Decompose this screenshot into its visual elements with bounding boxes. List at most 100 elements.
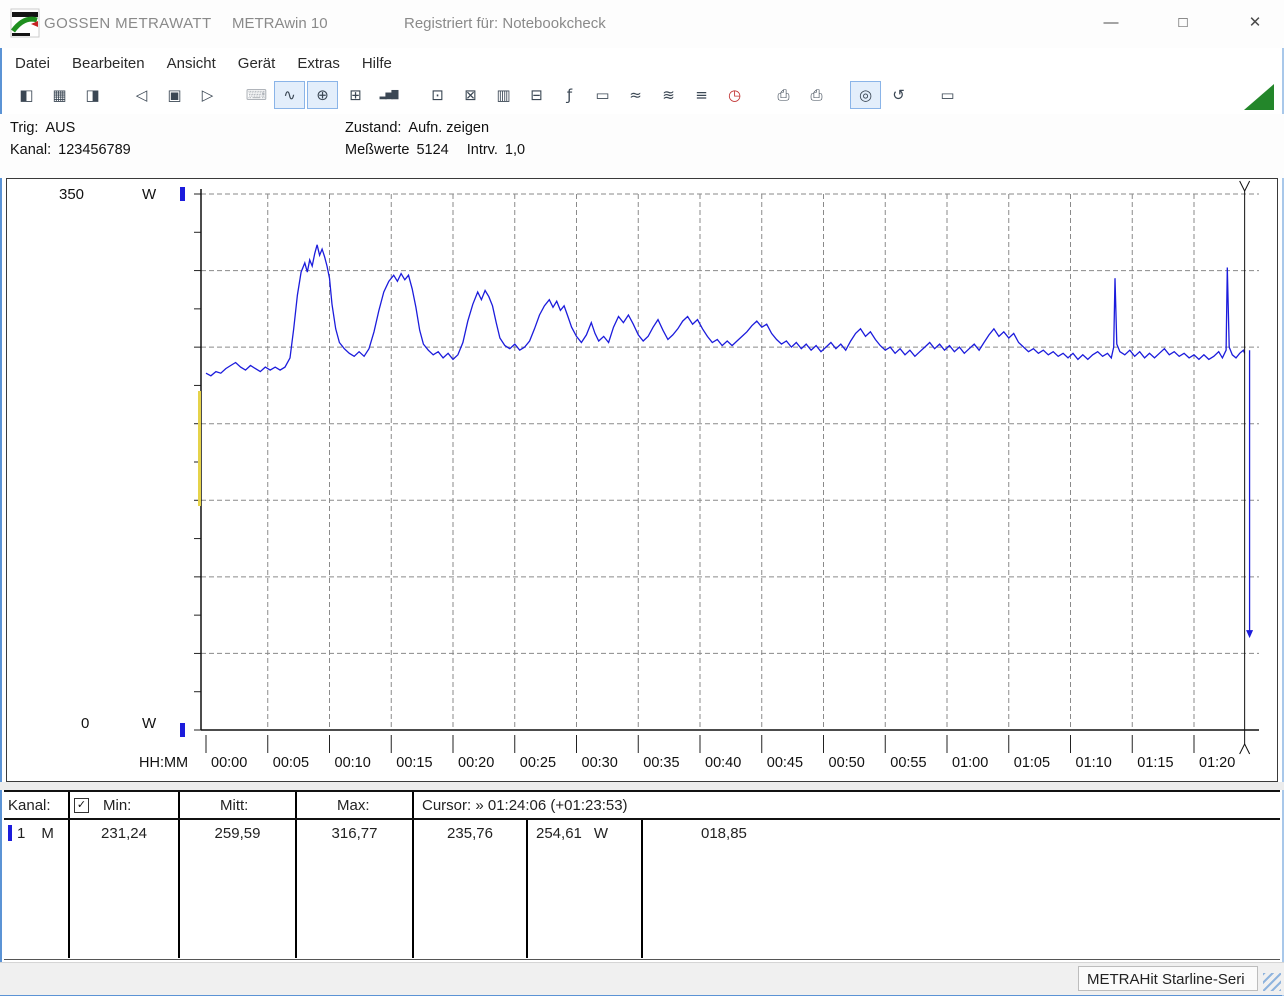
brand-title: GOSSEN METRAWATT xyxy=(44,15,212,32)
zustand-value: Aufn. zeigen xyxy=(408,120,490,136)
fx-icon: ƒ xyxy=(566,85,573,104)
alarm-clock-icon: ◷ xyxy=(727,85,742,104)
window-copy-button[interactable]: ▣ xyxy=(159,81,190,109)
mitt-value: 259,59 xyxy=(180,820,297,958)
toolbar: ◧ ▦ ◨ ◁ ▣ ▷ ⌨ ∿ ⊕ ⊞ ▂▅▇ ⊡ ⊠ ▥ ⊟ ƒ ▭ ≈ ≋ ≡ ◷ ⎙ ⎙ ◎ ↺ ▭ xyxy=(10,78,964,112)
toolbar-separator xyxy=(915,81,931,109)
window-forward-button[interactable]: ▷ xyxy=(192,81,223,109)
cursor-header: Cursor: » 01:24:06 (+01:23:53) xyxy=(422,796,628,814)
panel-spacer xyxy=(0,782,1284,790)
menu-hilfe[interactable]: Hilfe xyxy=(351,51,403,76)
x-tick-label: 01:15 xyxy=(1137,755,1173,771)
cursor-delta-value: 018,85 xyxy=(701,825,747,842)
resize-grip[interactable] xyxy=(1263,973,1281,991)
open-file-button[interactable]: ◨ xyxy=(77,81,108,109)
channel-range-marker-top xyxy=(180,187,185,201)
y-axis-unit-bottom: W xyxy=(142,715,157,732)
registration-text: Registriert für: Notebookcheck xyxy=(404,15,606,32)
x-tick-label: 00:10 xyxy=(335,755,371,771)
x-tick-label: 00:30 xyxy=(582,755,618,771)
value-list-icon: ≡ xyxy=(695,85,708,104)
disk-import-icon: ◧ xyxy=(19,85,34,104)
menu-bearbeiten[interactable]: Bearbeiten xyxy=(61,51,156,76)
menu-ansicht[interactable]: Ansicht xyxy=(156,51,227,76)
chart-cursor[interactable] xyxy=(1239,180,1251,755)
channel-range-marker-bottom xyxy=(180,723,185,737)
window-back-button[interactable]: ◁ xyxy=(126,81,157,109)
monitor-curve-button[interactable]: ⊟ xyxy=(521,81,552,109)
timer-button[interactable]: ◷ xyxy=(719,81,750,109)
channel-visibility-checkbox[interactable]: ✓ xyxy=(74,797,89,813)
window-icon: ▣ xyxy=(167,85,182,104)
toolbar-separator xyxy=(405,81,421,109)
max-header-cell: Max: xyxy=(297,792,414,818)
yt-chart-button[interactable]: ∿ xyxy=(274,81,305,109)
toolbar-separator xyxy=(109,81,125,109)
kanal-header: Kanal: xyxy=(4,792,70,818)
annotation-button[interactable]: ▭ xyxy=(932,81,963,109)
x-tick-label: 00:25 xyxy=(520,755,556,771)
display-icon: ▭ xyxy=(595,85,610,104)
dual-channel-button[interactable]: ≈ xyxy=(620,81,651,109)
x-tick-label: 00:00 xyxy=(211,755,247,771)
open-measurement-button[interactable]: ◧ xyxy=(11,81,42,109)
multi-wave-icon: ≋ xyxy=(662,85,675,104)
callout-icon: ▭ xyxy=(940,85,955,104)
maximize-button[interactable]: □ xyxy=(1166,10,1200,36)
x-tick-label: 00:40 xyxy=(705,755,741,771)
x-tick-label: 00:05 xyxy=(273,755,309,771)
formula-button[interactable]: ƒ xyxy=(554,81,585,109)
y-axis-min-label: 0 xyxy=(81,715,90,732)
menu-extras[interactable]: Extras xyxy=(286,51,351,76)
x-tick-label: 00:45 xyxy=(767,755,803,771)
x-tick-label: 01:05 xyxy=(1014,755,1050,771)
window-arrow-right-icon: ▷ xyxy=(201,85,214,104)
record-indicator-triangle xyxy=(1244,84,1274,110)
kanal-value: 123456789 xyxy=(58,142,131,158)
chart-panel: 00:00 00:05 00:10 00:15 00:20 00:25 00:30 00:35… xyxy=(6,178,1278,782)
monitor-icon: ⊡ xyxy=(431,85,444,104)
toolbar-separator xyxy=(224,81,240,109)
kanal-label: Kanal: xyxy=(10,142,52,158)
print-report-button[interactable]: ⎙ xyxy=(801,81,832,109)
zoom-reset-button[interactable]: ↺ xyxy=(883,81,914,109)
x-tick-label: 00:15 xyxy=(396,755,432,771)
messwerte-label: Meßwerte xyxy=(345,142,410,158)
minimize-button[interactable]: — xyxy=(1094,10,1128,36)
channel-table: Kanal: ✓ Min: Mitt: Max: Cursor: » 01:24… xyxy=(4,790,1280,960)
histogram-view-button[interactable]: ▂▅▇ xyxy=(373,81,404,109)
envelope-curves-button[interactable]: ≋ xyxy=(653,81,684,109)
seven-segment-icon: ▥ xyxy=(496,85,511,104)
min-header-cell: ✓ Min: xyxy=(70,792,180,818)
digital-display-button[interactable]: ▥ xyxy=(488,81,519,109)
gossen-metrawatt-logo xyxy=(10,8,40,38)
trace-end-arrow xyxy=(1246,630,1254,639)
menu-geraet[interactable]: Gerät xyxy=(227,51,287,76)
device-connect-button[interactable]: ⊡ xyxy=(422,81,453,109)
device-status: METRAHit Starline-Seri xyxy=(1078,966,1258,991)
interval-label: Intrv. xyxy=(466,142,498,158)
keyboard-entry-button[interactable]: ⌨ xyxy=(241,81,272,109)
x-tick-label: 00:50 xyxy=(829,755,865,771)
zoom-curve-button[interactable]: ◎ xyxy=(850,81,881,109)
table-view-button[interactable]: ⊞ xyxy=(340,81,371,109)
monitor-wave-icon: ⊟ xyxy=(530,85,543,104)
menu-datei[interactable]: Datei xyxy=(4,51,61,76)
magnifier-wave-icon: ◎ xyxy=(858,85,873,104)
cursor-b-cell: 254,61 W xyxy=(528,820,643,958)
crosshair-chart-icon: ⊕ xyxy=(316,85,329,104)
close-button[interactable]: ✕ xyxy=(1238,10,1272,36)
value-list-button[interactable]: ≡ xyxy=(686,81,717,109)
magnifier-undo-icon: ↺ xyxy=(892,85,905,104)
device-readout-button[interactable]: ⊠ xyxy=(455,81,486,109)
xy-chart-button[interactable]: ⊕ xyxy=(307,81,338,109)
channel-mode: M xyxy=(41,825,54,842)
counter-display-button[interactable]: ▭ xyxy=(587,81,618,109)
status-bar: METRAHit Starline-Seri xyxy=(0,962,1284,995)
printer-icon: ⎙ xyxy=(777,85,790,104)
print-chart-button[interactable]: ⎙ xyxy=(768,81,799,109)
channel-id-cell: 1 M xyxy=(4,820,70,958)
y-axis-max-label: 350 xyxy=(59,186,85,203)
x-tick-label: 01:00 xyxy=(952,755,988,771)
save-measurement-button[interactable]: ▦ xyxy=(44,81,75,109)
